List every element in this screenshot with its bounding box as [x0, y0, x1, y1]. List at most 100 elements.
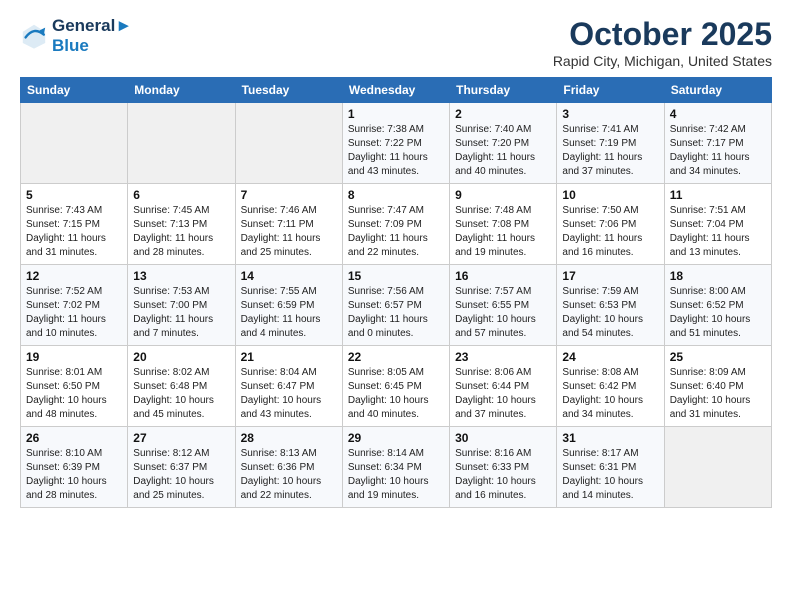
- day-info: Sunrise: 7:46 AM Sunset: 7:11 PM Dayligh…: [241, 204, 337, 260]
- day-info: Sunrise: 7:56 AM Sunset: 6:57 PM Dayligh…: [348, 285, 444, 341]
- day-info: Sunrise: 7:51 AM Sunset: 7:04 PM Dayligh…: [670, 204, 766, 260]
- day-cell-2: 2Sunrise: 7:40 AM Sunset: 7:20 PM Daylig…: [450, 103, 557, 184]
- day-cell-7: 7 Sunrise: 7:46 AM Sunset: 7:11 PM Daylig…: [235, 184, 342, 265]
- day-info: Sunrise: 7:45 AM Sunset: 7:13 PM Dayligh…: [133, 204, 229, 260]
- col-header-sunday: Sunday: [21, 78, 128, 103]
- day-cell-25: 25 Sunrise: 8:09 AM Sunset: 6:40 PM Dayli…: [664, 346, 771, 427]
- day-cell-26: 26 Sunrise: 8:10 AM Sunset: 6:39 PM Dayli…: [21, 427, 128, 508]
- day-number: 31: [562, 431, 658, 445]
- day-info: Sunrise: 8:02 AM Sunset: 6:48 PM Dayligh…: [133, 366, 229, 422]
- day-number: 22: [348, 350, 444, 364]
- day-cell-3: 3 Sunrise: 7:41 AM Sunset: 7:19 PM Daylig…: [557, 103, 664, 184]
- day-cell-9: 9 Sunrise: 7:48 AM Sunset: 7:08 PM Daylig…: [450, 184, 557, 265]
- day-cell-30: 30 Sunrise: 8:16 AM Sunset: 6:33 PM Dayli…: [450, 427, 557, 508]
- day-cell-29: 29 Sunrise: 8:14 AM Sunset: 6:34 PM Dayli…: [342, 427, 449, 508]
- day-cell-12: 12 Sunrise: 7:52 AM Sunset: 7:02 PM Dayli…: [21, 265, 128, 346]
- empty-cell: [21, 103, 128, 184]
- day-number: 6: [133, 188, 229, 202]
- location-subtitle: Rapid City, Michigan, United States: [553, 53, 772, 69]
- day-number: 26: [26, 431, 122, 445]
- day-cell-28: 28 Sunrise: 8:13 AM Sunset: 6:36 PM Dayli…: [235, 427, 342, 508]
- logo-icon: [20, 22, 48, 50]
- calendar-table: SundayMondayTuesdayWednesdayThursdayFrid…: [20, 77, 772, 508]
- day-info: Sunrise: 8:14 AM Sunset: 6:34 PM Dayligh…: [348, 447, 444, 503]
- day-cell-8: 8 Sunrise: 7:47 AM Sunset: 7:09 PM Daylig…: [342, 184, 449, 265]
- day-cell-21: 21 Sunrise: 8:04 AM Sunset: 6:47 PM Dayli…: [235, 346, 342, 427]
- day-number: 2: [455, 107, 551, 121]
- day-number: 25: [670, 350, 766, 364]
- col-header-tuesday: Tuesday: [235, 78, 342, 103]
- day-cell-22: 22 Sunrise: 8:05 AM Sunset: 6:45 PM Dayli…: [342, 346, 449, 427]
- month-title: October 2025: [553, 16, 772, 53]
- day-info: Sunrise: 7:55 AM Sunset: 6:59 PM Dayligh…: [241, 285, 337, 341]
- day-info: Sunrise: 7:47 AM Sunset: 7:09 PM Dayligh…: [348, 204, 444, 260]
- week-row-2: 5 Sunrise: 7:43 AM Sunset: 7:15 PM Daylig…: [21, 184, 772, 265]
- empty-cell: [664, 427, 771, 508]
- day-cell-1: 1 Sunrise: 7:38 AM Sunset: 7:22 PM Daylig…: [342, 103, 449, 184]
- col-header-thursday: Thursday: [450, 78, 557, 103]
- day-number: 1: [348, 107, 444, 121]
- day-info: Sunrise: 8:10 AM Sunset: 6:39 PM Dayligh…: [26, 447, 122, 503]
- day-info: Sunrise: 8:17 AM Sunset: 6:31 PM Dayligh…: [562, 447, 658, 503]
- day-number: 19: [26, 350, 122, 364]
- day-number: 20: [133, 350, 229, 364]
- day-info: Sunrise: 8:05 AM Sunset: 6:45 PM Dayligh…: [348, 366, 444, 422]
- day-number: 18: [670, 269, 766, 283]
- day-cell-18: 18Sunrise: 8:00 AM Sunset: 6:52 PM Dayli…: [664, 265, 771, 346]
- week-row-4: 19Sunrise: 8:01 AM Sunset: 6:50 PM Dayli…: [21, 346, 772, 427]
- day-number: 17: [562, 269, 658, 283]
- day-number: 3: [562, 107, 658, 121]
- day-number: 5: [26, 188, 122, 202]
- day-cell-11: 11 Sunrise: 7:51 AM Sunset: 7:04 PM Dayli…: [664, 184, 771, 265]
- day-cell-24: 24Sunrise: 8:08 AM Sunset: 6:42 PM Dayli…: [557, 346, 664, 427]
- day-info: Sunrise: 8:16 AM Sunset: 6:33 PM Dayligh…: [455, 447, 551, 503]
- day-cell-20: 20 Sunrise: 8:02 AM Sunset: 6:48 PM Dayli…: [128, 346, 235, 427]
- day-number: 29: [348, 431, 444, 445]
- day-number: 23: [455, 350, 551, 364]
- day-number: 24: [562, 350, 658, 364]
- logo: General► Blue: [20, 16, 132, 55]
- day-info: Sunrise: 7:38 AM Sunset: 7:22 PM Dayligh…: [348, 123, 444, 179]
- day-info: Sunrise: 8:09 AM Sunset: 6:40 PM Dayligh…: [670, 366, 766, 422]
- week-row-5: 26 Sunrise: 8:10 AM Sunset: 6:39 PM Dayli…: [21, 427, 772, 508]
- day-number: 21: [241, 350, 337, 364]
- day-cell-17: 17Sunrise: 7:59 AM Sunset: 6:53 PM Dayli…: [557, 265, 664, 346]
- empty-cell: [235, 103, 342, 184]
- day-number: 30: [455, 431, 551, 445]
- day-info: Sunrise: 7:48 AM Sunset: 7:08 PM Dayligh…: [455, 204, 551, 260]
- day-number: 28: [241, 431, 337, 445]
- day-cell-16: 16 Sunrise: 7:57 AM Sunset: 6:55 PM Dayli…: [450, 265, 557, 346]
- day-info: Sunrise: 8:04 AM Sunset: 6:47 PM Dayligh…: [241, 366, 337, 422]
- day-cell-31: 31 Sunrise: 8:17 AM Sunset: 6:31 PM Dayli…: [557, 427, 664, 508]
- day-cell-19: 19Sunrise: 8:01 AM Sunset: 6:50 PM Dayli…: [21, 346, 128, 427]
- day-number: 14: [241, 269, 337, 283]
- day-number: 9: [455, 188, 551, 202]
- day-number: 12: [26, 269, 122, 283]
- header-row: SundayMondayTuesdayWednesdayThursdayFrid…: [21, 78, 772, 103]
- title-block: October 2025 Rapid City, Michigan, Unite…: [553, 16, 772, 69]
- day-cell-27: 27 Sunrise: 8:12 AM Sunset: 6:37 PM Dayli…: [128, 427, 235, 508]
- day-number: 8: [348, 188, 444, 202]
- col-header-monday: Monday: [128, 78, 235, 103]
- day-info: Sunrise: 7:43 AM Sunset: 7:15 PM Dayligh…: [26, 204, 122, 260]
- day-info: Sunrise: 8:12 AM Sunset: 6:37 PM Dayligh…: [133, 447, 229, 503]
- day-info: Sunrise: 7:41 AM Sunset: 7:19 PM Dayligh…: [562, 123, 658, 179]
- day-info: Sunrise: 8:06 AM Sunset: 6:44 PM Dayligh…: [455, 366, 551, 422]
- day-cell-13: 13Sunrise: 7:53 AM Sunset: 7:00 PM Dayli…: [128, 265, 235, 346]
- day-info: Sunrise: 7:42 AM Sunset: 7:17 PM Dayligh…: [670, 123, 766, 179]
- day-info: Sunrise: 7:57 AM Sunset: 6:55 PM Dayligh…: [455, 285, 551, 341]
- day-cell-6: 6 Sunrise: 7:45 AM Sunset: 7:13 PM Daylig…: [128, 184, 235, 265]
- day-info: Sunrise: 7:52 AM Sunset: 7:02 PM Dayligh…: [26, 285, 122, 341]
- day-cell-14: 14 Sunrise: 7:55 AM Sunset: 6:59 PM Dayli…: [235, 265, 342, 346]
- day-number: 27: [133, 431, 229, 445]
- day-info: Sunrise: 8:13 AM Sunset: 6:36 PM Dayligh…: [241, 447, 337, 503]
- page-container: General► Blue October 2025 Rapid City, M…: [0, 0, 792, 518]
- day-number: 16: [455, 269, 551, 283]
- day-number: 4: [670, 107, 766, 121]
- day-number: 11: [670, 188, 766, 202]
- day-cell-23: 23 Sunrise: 8:06 AM Sunset: 6:44 PM Dayli…: [450, 346, 557, 427]
- day-number: 10: [562, 188, 658, 202]
- day-info: Sunrise: 7:53 AM Sunset: 7:00 PM Dayligh…: [133, 285, 229, 341]
- day-cell-10: 10Sunrise: 7:50 AM Sunset: 7:06 PM Dayli…: [557, 184, 664, 265]
- day-number: 7: [241, 188, 337, 202]
